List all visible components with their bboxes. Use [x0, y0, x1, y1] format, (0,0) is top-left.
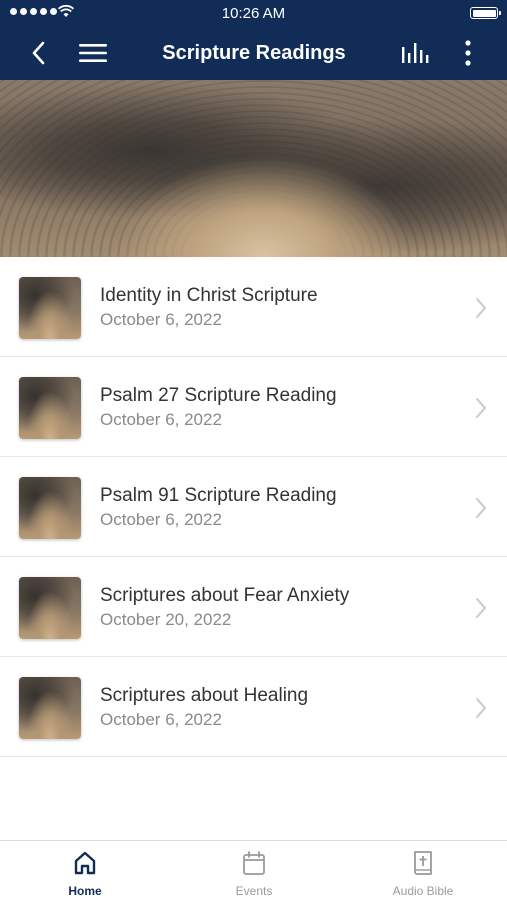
item-title: Scriptures about Fear Anxiety [100, 585, 350, 606]
item-title: Scriptures about Healing [100, 685, 309, 706]
thumbnail-image [19, 277, 81, 339]
tab-home[interactable]: Home [25, 841, 145, 901]
home-icon [74, 851, 96, 875]
item-date: October 6, 2022 [100, 510, 222, 529]
item-date: October 20, 2022 [100, 610, 232, 629]
item-title: Identity in Christ Scripture [100, 285, 318, 306]
item-date: October 6, 2022 [100, 710, 222, 729]
more-options-button[interactable] [455, 26, 481, 80]
hero-image [0, 80, 507, 257]
list-item[interactable]: Psalm 91 Scripture Reading October 6, 20… [0, 457, 507, 557]
bar-chart-icon [402, 43, 429, 63]
chevron-right-icon [476, 598, 486, 618]
page-title: Scripture Readings [162, 42, 346, 64]
item-title: Psalm 27 Scripture Reading [100, 385, 337, 406]
tab-label: Home [68, 884, 102, 898]
chevron-right-icon [476, 698, 486, 718]
thumbnail-image [19, 577, 81, 639]
tab-label: Events [235, 884, 273, 898]
list-item[interactable]: Psalm 27 Scripture Reading October 6, 20… [0, 357, 507, 457]
tab-audio-bible[interactable]: Audio Bible [363, 841, 483, 901]
readings-list: Identity in Christ Scripture October 6, … [0, 257, 507, 757]
hamburger-menu-icon [79, 44, 107, 62]
back-button[interactable] [22, 26, 54, 80]
thumbnail-image [19, 677, 81, 739]
chevron-right-icon [476, 398, 486, 418]
item-title: Psalm 91 Scripture Reading [100, 485, 337, 506]
list-item[interactable]: Scriptures about Healing October 6, 2022 [0, 657, 507, 757]
back-chevron-icon [32, 41, 45, 65]
battery-icon [470, 7, 501, 19]
menu-button[interactable] [76, 26, 110, 80]
bible-icon [414, 851, 432, 875]
item-date: October 6, 2022 [100, 410, 222, 429]
calendar-icon [243, 851, 265, 875]
status-time: 10:26 AM [221, 5, 286, 22]
status-bar: 10:26 AM [0, 0, 507, 26]
nav-bar: Scripture Readings [0, 26, 507, 80]
tab-bar: Home Events Audio Bible [0, 840, 507, 900]
more-vertical-icon [465, 40, 471, 66]
list-item[interactable]: Scriptures about Fear Anxiety October 20… [0, 557, 507, 657]
item-date: October 6, 2022 [100, 310, 222, 329]
thumbnail-image [19, 477, 81, 539]
chevron-right-icon [476, 498, 486, 518]
list-item[interactable]: Identity in Christ Scripture October 6, … [0, 257, 507, 357]
stats-button[interactable] [396, 26, 434, 80]
chevron-right-icon [476, 298, 486, 318]
tab-events[interactable]: Events [194, 841, 314, 901]
thumbnail-image [19, 377, 81, 439]
tab-label: Audio Bible [392, 884, 454, 898]
